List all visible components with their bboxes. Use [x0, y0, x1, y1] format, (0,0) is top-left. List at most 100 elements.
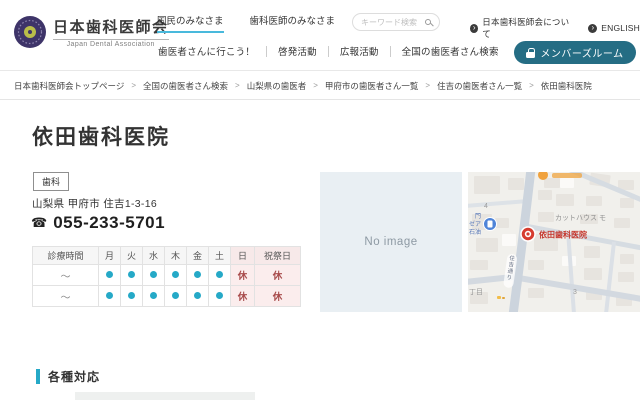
map-poi-text-2: ゼア: [469, 220, 481, 228]
circle-arrow-icon: [470, 24, 478, 33]
schedule-header-cell: 日: [231, 247, 255, 265]
schedule-header-cell: 水: [143, 247, 165, 265]
schedule-header-cell: 木: [165, 247, 187, 265]
schedule-header-cell: 土: [209, 247, 231, 265]
breadcrumb-item[interactable]: 山梨県の歯医者: [247, 80, 307, 92]
support-section-heading: 各種対応: [36, 368, 100, 385]
breadcrumb-separator: >: [313, 81, 318, 90]
clinic-address: 山梨県 甲府市 住吉1-3-16: [32, 196, 157, 211]
open-dot-icon: [106, 271, 113, 278]
breadcrumb-item[interactable]: 甲府市の歯医者さん一覧: [325, 80, 419, 92]
nav-top-item[interactable]: 国民のみなさま: [157, 13, 224, 33]
phone-number: 055-233-5701: [53, 213, 165, 233]
open-dot-icon: [216, 271, 223, 278]
site-header: 日本歯科医師会 Japan Dental Association 国民のみなさま…: [0, 0, 640, 71]
circle-arrow-icon: [588, 24, 597, 33]
schedule-day-cell: [187, 286, 209, 307]
breadcrumb: 日本歯科医師会トップページ > 全国の歯医者さん検索 > 山梨県の歯医者 > 甲府市の歯医者…: [0, 72, 640, 100]
schedule-header-cell: 金: [187, 247, 209, 265]
schedule-day-cell: [165, 265, 187, 286]
logo-text: 日本歯科医師会 Japan Dental Association: [53, 16, 169, 48]
schedule-table: 診療時間月火水木金土日祝祭日 ～休休～休休: [32, 246, 301, 307]
nav-top-item[interactable]: 歯科医師のみなさま: [250, 13, 336, 33]
schedule-day-cell: 休: [231, 265, 255, 286]
nav-top: 国民のみなさま 歯科医師のみなさま: [157, 13, 335, 33]
breadcrumb-item[interactable]: 住吉の歯医者さん一覧: [437, 80, 522, 92]
schedule-day-cell: [143, 265, 165, 286]
section-title: 各種対応: [48, 368, 100, 385]
map-poi-gas-station: [484, 218, 497, 231]
phone-row: 055-233-5701: [31, 213, 165, 233]
open-dot-icon: [194, 271, 201, 278]
members-room-label: メンバーズルーム: [540, 45, 623, 60]
map-pin-label: 依田歯科医院: [539, 230, 587, 240]
open-dot-icon: [106, 292, 113, 299]
no-image-label: No image: [364, 236, 417, 248]
search-input[interactable]: [361, 18, 421, 27]
schedule-header-cell: 祝祭日: [255, 247, 301, 265]
map[interactable]: 門 ゼア 石油 4 3 丁目 カットハウス モ 住吉通り: [468, 172, 640, 312]
schedule-header-cell: 月: [99, 247, 121, 265]
open-dot-icon: [150, 271, 157, 278]
nav-main-item[interactable]: 啓発活動: [278, 44, 317, 58]
breadcrumb-separator: >: [529, 81, 534, 90]
schedule-day-cell: [143, 286, 165, 307]
map-poi-text-1: 門: [475, 213, 481, 220]
breadcrumb-item[interactable]: 全国の歯医者さん検索: [143, 80, 228, 92]
nav-divider: [266, 46, 267, 57]
schedule-body: ～休休～休休: [33, 265, 301, 307]
schedule-day-cell: 休: [255, 265, 301, 286]
open-dot-icon: [172, 271, 179, 278]
lock-icon: [526, 52, 535, 58]
logo-title: 日本歯科医師会: [53, 16, 169, 37]
utility-link[interactable]: ENGLISH: [588, 16, 640, 40]
keyword-search-box[interactable]: [352, 13, 440, 31]
open-dot-icon: [128, 292, 135, 299]
breadcrumb-separator: >: [235, 81, 240, 90]
utility-link-label: ENGLISH: [601, 23, 640, 33]
map-block-number-4: 4: [484, 203, 488, 210]
nav-main-item[interactable]: 歯医者さんに行こう！: [158, 44, 255, 58]
members-room-button[interactable]: メンバーズルーム: [514, 41, 636, 64]
site-logo[interactable]: 日本歯科医師会 Japan Dental Association: [13, 15, 169, 49]
schedule-day-cell: [165, 286, 187, 307]
map-poi-text-3: 石油: [469, 228, 481, 236]
breadcrumb-item: 依田歯科医院: [541, 80, 592, 92]
breadcrumb-item[interactable]: 日本歯科医師会トップページ: [14, 80, 124, 92]
open-dot-icon: [128, 271, 135, 278]
schedule-header-row: 診療時間月火水木金土日祝祭日: [33, 247, 301, 265]
nav-divider: [390, 46, 391, 57]
logo-subtitle: Japan Dental Association: [53, 39, 169, 48]
map-pin-icon[interactable]: [521, 227, 535, 241]
search-icon[interactable]: [425, 19, 431, 25]
nav-main-item[interactable]: 全国の歯医者さん検索: [402, 44, 499, 58]
schedule-row: ～ 休休: [33, 286, 301, 307]
map-district-label: 丁目: [469, 288, 483, 296]
schedule-day-cell: [99, 265, 121, 286]
schedule-time-cell: ～: [33, 286, 99, 307]
schedule-day-cell: [121, 265, 143, 286]
section-accent-bar: [36, 369, 40, 384]
schedule-day-cell: 休: [231, 286, 255, 307]
schedule-day-cell: 休: [255, 286, 301, 307]
open-dot-icon: [194, 292, 201, 299]
open-dot-icon: [216, 292, 223, 299]
schedule-row: ～休休: [33, 265, 301, 286]
page-title: 依田歯科医院: [32, 121, 170, 151]
map-canvas: 門 ゼア 石油 4 3 丁目 カットハウス モ 住吉通り: [468, 172, 640, 312]
nav-divider: [328, 46, 329, 57]
utility-link[interactable]: 日本歯科医師会について: [470, 16, 570, 40]
schedule-header-cell: 診療時間: [33, 247, 99, 265]
category-badge: 歯科: [33, 172, 69, 191]
no-image-placeholder: No image: [320, 172, 462, 312]
schedule-day-cell: [209, 265, 231, 286]
schedule-header-cell: 火: [121, 247, 143, 265]
schedule-day-cell: [99, 286, 121, 307]
breadcrumb-separator: >: [131, 81, 136, 90]
map-block-number-3: 3: [573, 289, 577, 296]
page: 日本歯科医師会 Japan Dental Association 国民のみなさま…: [0, 0, 640, 400]
jda-emblem-icon: [13, 15, 47, 49]
nav-main: 歯医者さんに行こう！ 啓発活動 広報活動 全国の歯医者さん検索: [158, 44, 499, 58]
utility-links: 日本歯科医師会について ENGLISH: [470, 16, 640, 40]
nav-main-item[interactable]: 広報活動: [340, 44, 379, 58]
